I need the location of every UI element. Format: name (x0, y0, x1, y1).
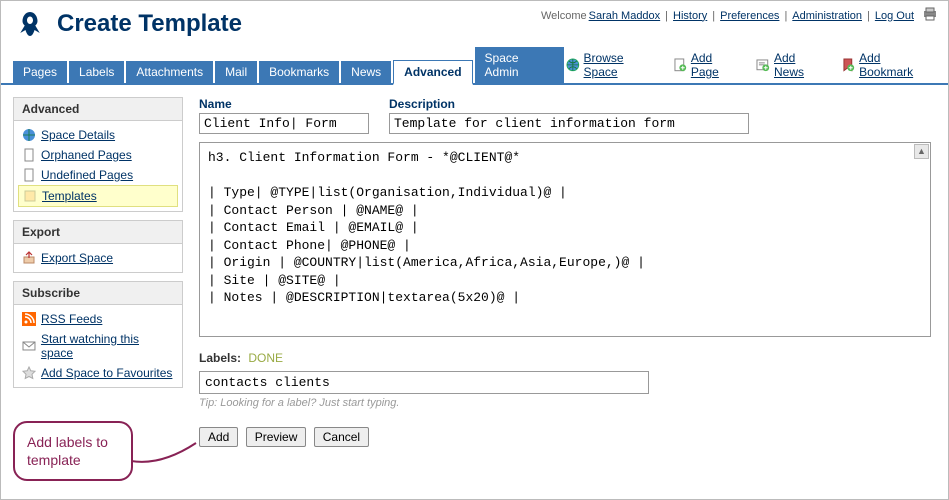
scroll-up-icon[interactable]: ▲ (914, 144, 929, 159)
user-link[interactable]: Sarah Maddox (589, 10, 661, 22)
administration-link[interactable]: Administration (792, 10, 862, 22)
mail-icon (22, 339, 36, 353)
add-page-icon (673, 58, 687, 72)
preview-button[interactable]: Preview (246, 427, 307, 447)
sidebar-export-header: Export (14, 221, 182, 244)
labels-input[interactable] (199, 371, 649, 394)
sidebar-item-orphaned-pages[interactable]: Orphaned Pages (18, 145, 178, 165)
add-page-link[interactable]: Add Page (673, 51, 742, 79)
tab-space-admin[interactable]: Space Admin (475, 47, 564, 83)
sidebar-advanced-header: Advanced (14, 98, 182, 121)
cancel-button[interactable]: Cancel (314, 427, 369, 447)
labels-label: Labels: (199, 351, 241, 365)
page-icon (22, 148, 36, 162)
confluence-logo-icon (13, 9, 47, 39)
add-news-icon (756, 58, 770, 72)
browse-space-link[interactable]: Browse Space (566, 51, 659, 79)
sidebar-item-rss[interactable]: RSS Feeds (18, 309, 178, 329)
add-button[interactable]: Add (199, 427, 238, 447)
export-icon (22, 251, 36, 265)
sidebar-item-favourite[interactable]: Add Space to Favourites (18, 363, 178, 383)
labels-done-link[interactable]: DONE (248, 351, 283, 365)
name-label: Name (199, 97, 369, 111)
page-icon (22, 168, 36, 182)
user-links: Welcome Sarah Maddox | History | Prefere… (541, 7, 938, 24)
welcome-text: Welcome (541, 10, 587, 22)
print-icon[interactable] (922, 7, 938, 24)
add-bookmark-link[interactable]: Add Bookmark (841, 51, 936, 79)
globe-icon (566, 58, 580, 72)
tab-mail[interactable]: Mail (215, 61, 257, 83)
name-input[interactable] (199, 113, 369, 134)
rss-icon (22, 312, 36, 326)
add-news-link[interactable]: Add News (756, 51, 827, 79)
sidebar-item-undefined-pages[interactable]: Undefined Pages (18, 165, 178, 185)
template-icon (23, 189, 37, 203)
tab-news[interactable]: News (341, 61, 391, 83)
sidebar-item-export-space[interactable]: Export Space (18, 248, 178, 268)
tab-bookmarks[interactable]: Bookmarks (259, 61, 339, 83)
tab-advanced[interactable]: Advanced (393, 60, 472, 85)
page-title: Create Template (57, 10, 242, 38)
description-label: Description (389, 97, 749, 111)
logout-link[interactable]: Log Out (875, 10, 914, 22)
tab-pages[interactable]: Pages (13, 61, 67, 83)
sidebar-item-space-details[interactable]: Space Details (18, 125, 178, 145)
preferences-link[interactable]: Preferences (720, 10, 779, 22)
tab-labels[interactable]: Labels (69, 61, 124, 83)
labels-tip: Tip: Looking for a label? Just start typ… (199, 397, 936, 409)
history-link[interactable]: History (673, 10, 707, 22)
tab-attachments[interactable]: Attachments (126, 61, 213, 83)
sidebar-item-templates[interactable]: Templates (18, 185, 178, 207)
template-body-textarea[interactable] (200, 143, 930, 333)
annotation-callout: Add labels to template (13, 421, 133, 481)
description-input[interactable] (389, 113, 749, 134)
add-bookmark-icon (841, 58, 855, 72)
sidebar-subscribe-header: Subscribe (14, 282, 182, 305)
star-icon (22, 366, 36, 380)
sidebar-item-watch[interactable]: Start watching this space (18, 329, 178, 363)
globe-icon (22, 128, 36, 142)
